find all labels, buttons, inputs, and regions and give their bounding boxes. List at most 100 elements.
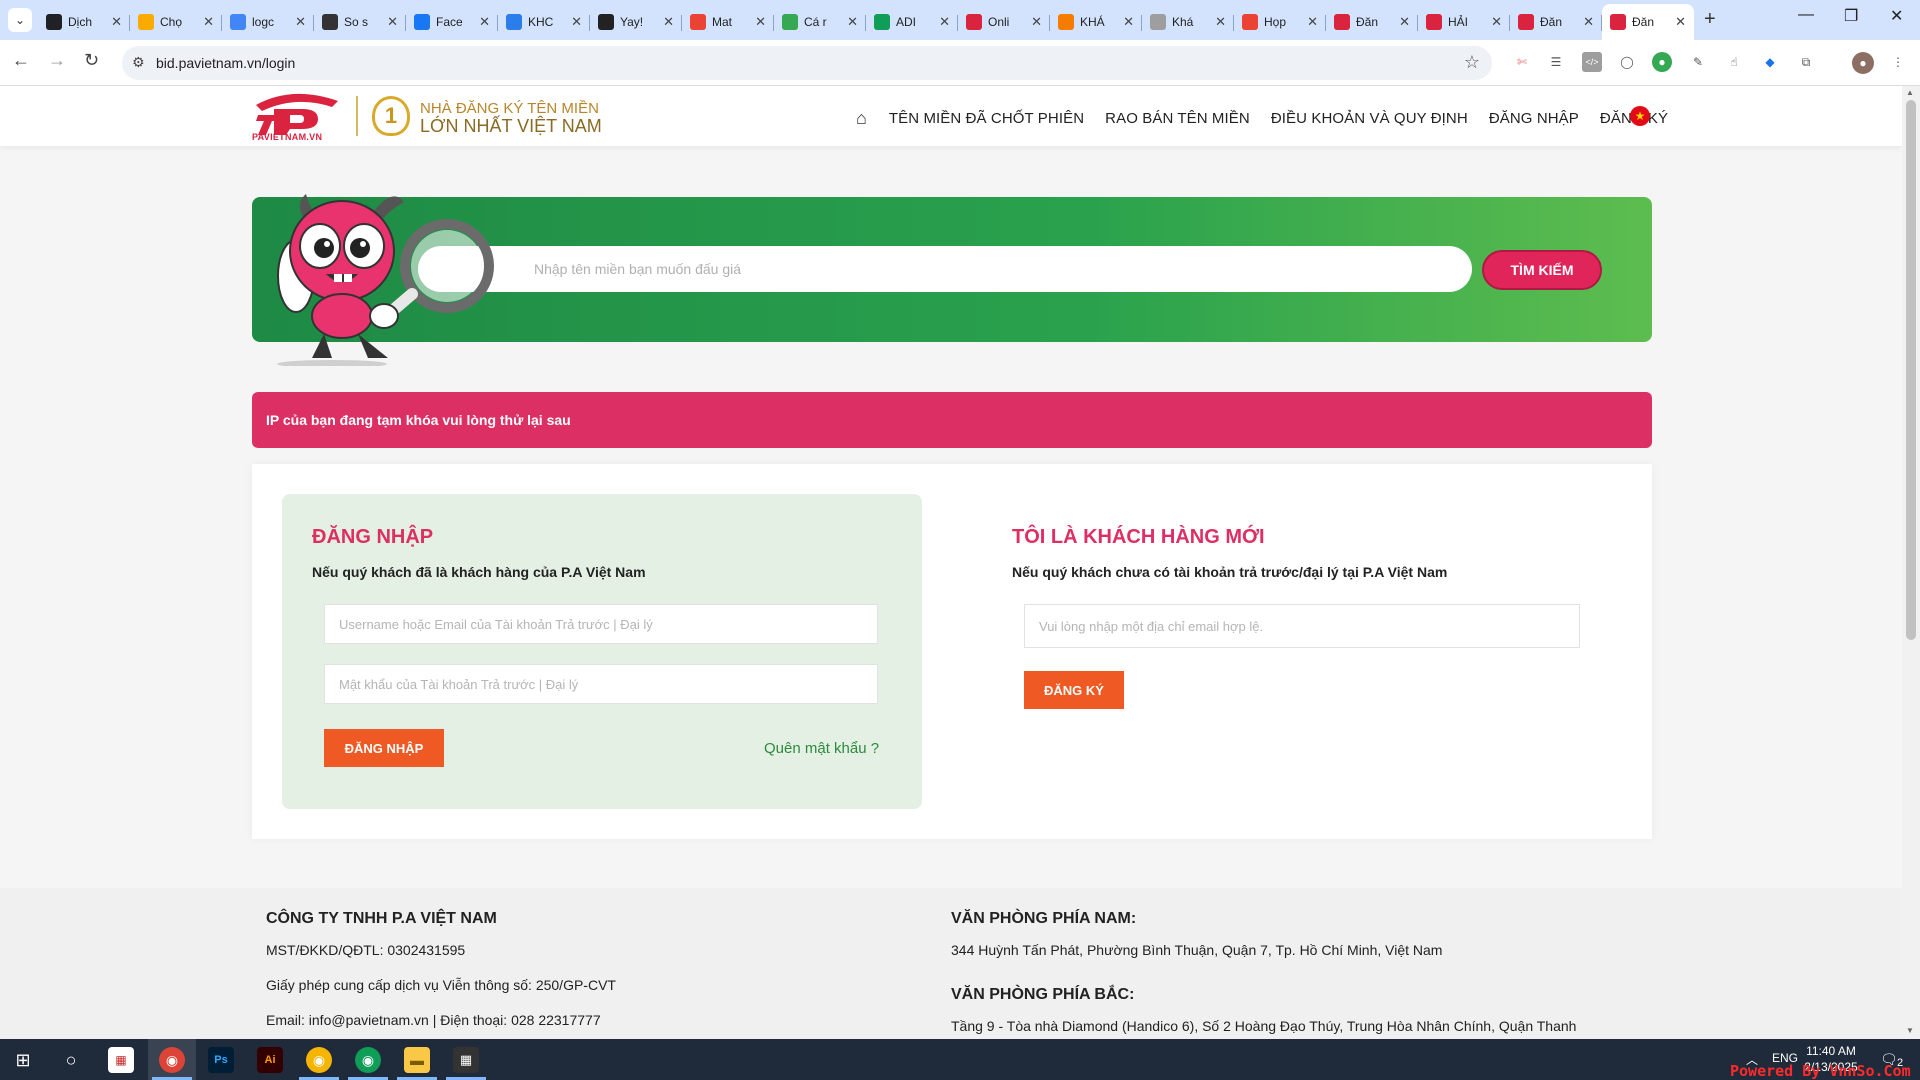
site-footer: CÔNG TY TNHH P.A VIỆT NAM MST/ĐKKD/QĐTL:… [0, 888, 1902, 1039]
tab-close-icon[interactable]: ✕ [479, 14, 490, 30]
extensions-puzzle-icon[interactable]: ⧉ [1796, 52, 1816, 72]
extension-hand-icon[interactable]: ☝ [1724, 52, 1744, 72]
browser-tab[interactable]: Đăn ✕ [1510, 6, 1602, 38]
browser-tab[interactable]: Đăn ✕ [1326, 6, 1418, 38]
extension-mouse-icon[interactable]: ◯ [1617, 52, 1637, 72]
main-nav: ⌂ TÊN MIỀN ĐÃ CHỐT PHIÊN RAO BÁN TÊN MIỀ… [856, 108, 1689, 129]
photoshop-icon[interactable]: Ps [208, 1047, 234, 1073]
browser-tab[interactable]: KHÁ ✕ [1050, 6, 1142, 38]
close-window-icon[interactable]: ✕ [1890, 6, 1903, 26]
vietnam-flag-icon[interactable]: ★ [1630, 106, 1650, 126]
scroll-up-icon[interactable]: ▲ [1906, 88, 1914, 97]
url-text[interactable]: bid.pavietnam.vn/login [156, 55, 295, 71]
reload-icon[interactable]: ↻ [84, 50, 99, 71]
file-explorer-icon[interactable]: ▬ [404, 1047, 430, 1073]
tab-close-icon[interactable]: ✕ [111, 14, 122, 30]
browser-tab[interactable]: Họp ✕ [1234, 6, 1326, 38]
browser-tab[interactable]: So s ✕ [314, 6, 406, 38]
domain-search-input[interactable] [418, 246, 1472, 292]
pa-icon [1334, 14, 1350, 30]
tab-close-icon[interactable]: ✕ [847, 14, 858, 30]
tab-title: Đăn [1632, 15, 1655, 29]
bookmark-star-icon[interactable]: ☆ [1464, 52, 1480, 73]
forward-icon[interactable]: → [48, 50, 66, 71]
search-button[interactable]: TÌM KIẾM [1482, 250, 1602, 290]
profile-avatar[interactable]: ● [1852, 52, 1874, 74]
nav-domains-for-sale[interactable]: RAO BÁN TÊN MIỀN [1105, 110, 1250, 127]
site-info-icon[interactable]: ⚙ [132, 54, 145, 71]
home-icon[interactable]: ⌂ [856, 108, 867, 129]
browser-tab[interactable]: Yay! ✕ [590, 6, 682, 38]
tab-close-icon[interactable]: ✕ [295, 14, 306, 30]
tab-close-icon[interactable]: ✕ [1399, 14, 1410, 30]
tab-close-icon[interactable]: ✕ [1491, 14, 1502, 30]
pa-icon [966, 14, 982, 30]
browser-tab[interactable]: Chọ ✕ [130, 6, 222, 38]
browser-tab[interactable]: Dịch ✕ [38, 6, 130, 38]
browser-tab[interactable]: Mat ✕ [682, 6, 774, 38]
tab-close-icon[interactable]: ✕ [1215, 14, 1226, 30]
extension-list-icon[interactable]: ☰ [1546, 52, 1566, 72]
taskbar-chrome-icon[interactable]: ◉ [159, 1047, 185, 1073]
taskbar-chrome-2-icon[interactable]: ◉ [306, 1047, 332, 1073]
browser-tab[interactable]: logc ✕ [222, 6, 314, 38]
browser-tab[interactable]: Onli ✕ [958, 6, 1050, 38]
register-button[interactable]: ĐĂNG KÝ [1024, 671, 1124, 709]
ip-locked-alert: IP của bạn đang tạm khóa vui lòng thử lạ… [252, 392, 1652, 448]
minimize-icon[interactable]: — [1798, 6, 1814, 24]
nav-terms[interactable]: ĐIỀU KHOẢN VÀ QUY ĐỊNH [1271, 110, 1468, 127]
taskbar-app-icon[interactable]: ▦ [108, 1047, 134, 1073]
tab-close-icon[interactable]: ✕ [1675, 14, 1686, 30]
username-input[interactable] [324, 604, 878, 644]
login-button[interactable]: ĐĂNG NHẬP [324, 729, 444, 767]
tab-close-icon[interactable]: ✕ [1031, 14, 1042, 30]
calculator-icon[interactable]: ▦ [453, 1047, 479, 1073]
browser-tab[interactable]: Đăn ✕ [1602, 4, 1694, 40]
site-header: PAVIETNAM.VN 1 NHÀ ĐĂNG KÝ TÊN MIỀN LỚN … [0, 86, 1902, 146]
tab-search-icon[interactable]: ⌄ [8, 8, 32, 32]
illustrator-icon[interactable]: Ai [257, 1047, 283, 1073]
windows-start-icon[interactable]: ⊞ [10, 1047, 36, 1073]
address-bar[interactable]: ⚙ bid.pavietnam.vn/login ☆ [122, 46, 1492, 80]
cortana-search-icon[interactable]: ○ [58, 1047, 84, 1073]
scroll-thumb[interactable] [1906, 100, 1916, 640]
back-icon[interactable]: ← [12, 50, 30, 71]
password-input[interactable] [324, 664, 878, 704]
browser-tab[interactable]: HẢI ✕ [1418, 6, 1510, 38]
watermark-text: Powered By VnnSo.Com [1730, 1062, 1911, 1080]
tab-close-icon[interactable]: ✕ [571, 14, 582, 30]
restore-icon[interactable]: ❐ [1844, 6, 1858, 26]
tab-close-icon[interactable]: ✕ [939, 14, 950, 30]
browser-tab[interactable]: Cá r ✕ [774, 6, 866, 38]
taskbar-chrome-3-icon[interactable]: ◉ [355, 1047, 381, 1073]
extension-code-icon[interactable]: </> [1582, 52, 1602, 72]
tab-close-icon[interactable]: ✕ [387, 14, 398, 30]
browser-tab[interactable]: KHC ✕ [498, 6, 590, 38]
page-scrollbar[interactable]: ▲ ▼ [1902, 86, 1920, 1039]
browser-tab[interactable]: ADI ✕ [866, 6, 958, 38]
tab-title: ADI [896, 15, 917, 29]
browser-menu-icon[interactable]: ⋮ [1888, 52, 1908, 72]
tab-close-icon[interactable]: ✕ [1583, 14, 1594, 30]
new-tab-button[interactable]: + [1704, 8, 1716, 31]
browser-tab[interactable]: Face ✕ [406, 6, 498, 38]
nav-closed-domains[interactable]: TÊN MIỀN ĐÃ CHỐT PHIÊN [889, 110, 1084, 127]
sheets-icon [874, 14, 890, 30]
extension-clip-icon[interactable]: ✎ [1688, 52, 1708, 72]
forgot-password-link[interactable]: Quên mật khẩu ? [764, 740, 879, 757]
scroll-down-icon[interactable]: ▼ [1906, 1026, 1914, 1035]
tab-close-icon[interactable]: ✕ [203, 14, 214, 30]
footer-south-address: 344 Huỳnh Tấn Phát, Phường Bình Thuận, Q… [951, 942, 1443, 958]
auth-card: ĐĂNG NHẬP Nếu quý khách đã là khách hàng… [252, 464, 1652, 839]
soso-icon [322, 14, 338, 30]
nav-login[interactable]: ĐĂNG NHẬP [1489, 110, 1579, 127]
extension-translate-icon[interactable]: ◆ [1760, 52, 1780, 72]
tab-close-icon[interactable]: ✕ [663, 14, 674, 30]
tab-close-icon[interactable]: ✕ [1307, 14, 1318, 30]
browser-tab[interactable]: Khá ✕ [1142, 6, 1234, 38]
register-email-input[interactable] [1024, 604, 1580, 648]
extension-pink-icon[interactable]: ✄ [1512, 52, 1532, 72]
extension-green-icon[interactable]: ● [1652, 52, 1672, 72]
tab-close-icon[interactable]: ✕ [755, 14, 766, 30]
tab-close-icon[interactable]: ✕ [1123, 14, 1134, 30]
